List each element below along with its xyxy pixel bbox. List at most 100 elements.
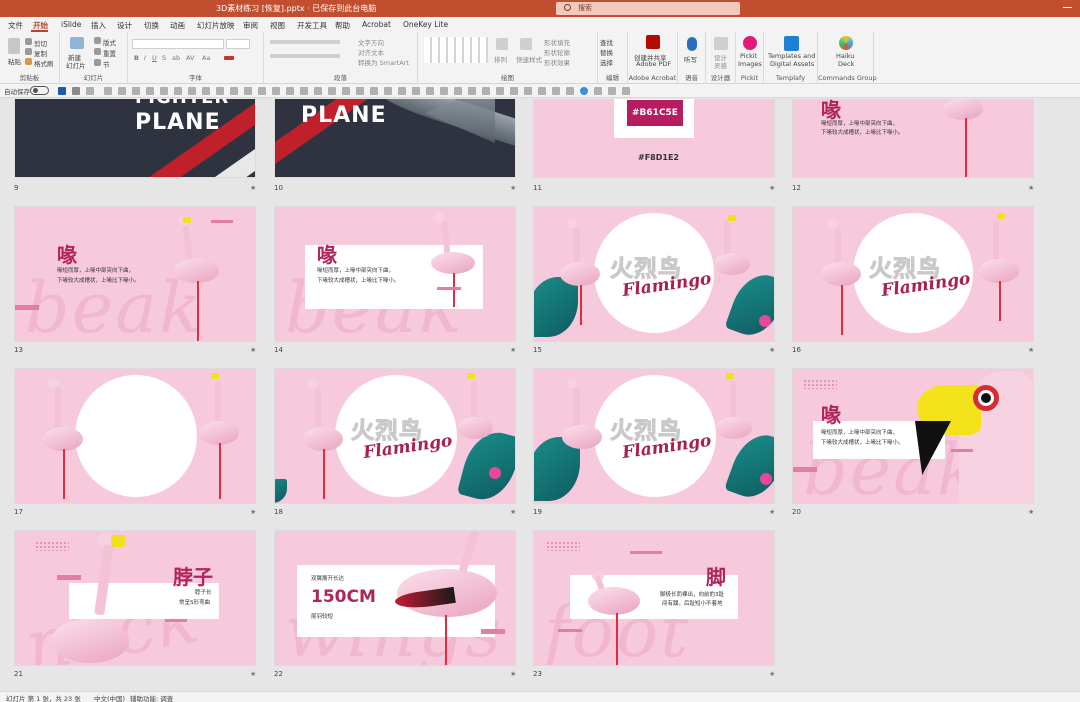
slide-12[interactable]: 喙 喙短而厚，上喙中部突向下曲， 下喙较大成槽状，上喙比下喙小。 [792,99,1034,178]
templafy-label-2[interactable]: Digital Assets [770,60,814,68]
new-slide-icon[interactable] [70,37,84,49]
qat-tool-9-icon[interactable] [216,87,224,95]
section-icon[interactable] [94,59,101,66]
layout-icon[interactable] [94,37,101,44]
templafy-label[interactable]: Templates and [768,52,815,60]
menu-animations[interactable]: 动画 [170,20,185,31]
slide-20[interactable]: beak 喙 喙短而厚，上喙中部突向下曲， 下喙较大成槽状，上喙比下喙小。 [792,368,1034,504]
qat-tool-21-icon[interactable] [384,87,392,95]
paste-icon[interactable] [8,38,20,54]
qat-tool-36-icon[interactable] [594,87,602,95]
shape-effects-button[interactable]: 形状效果 [544,57,570,67]
menu-view[interactable]: 视图 [270,20,285,31]
new-slide-label-2[interactable]: 幻灯片 [66,60,86,70]
qat-tool-28-icon[interactable] [482,87,490,95]
haiku-label-2[interactable]: Deck [838,60,854,68]
qat-tool-18-icon[interactable] [342,87,350,95]
slide-sorter[interactable]: FIGHTER PLANE 9 ★ PLANE 10 ★ #B61C5E #F8… [0,99,1080,691]
quick-styles-icon[interactable] [520,38,532,50]
qat-tool-13-icon[interactable] [272,87,280,95]
copy-icon[interactable] [25,48,32,55]
format-painter-label[interactable]: 格式刷 [34,58,54,68]
slide-22[interactable]: wings 双翼展开长达 150CM 尾羽较短 [274,530,516,666]
qat-tool-19-icon[interactable] [356,87,364,95]
menu-onekey[interactable]: OneKey Lite [403,20,448,29]
qat-tool-1-icon[interactable] [104,87,112,95]
shapes-gallery[interactable] [424,37,488,63]
menu-file[interactable]: 文件 [8,20,23,31]
menu-review[interactable]: 审阅 [243,20,258,31]
qat-tool-2-icon[interactable] [118,87,126,95]
alignment-buttons[interactable] [270,54,340,58]
quick-styles-label[interactable]: 快速样式 [516,54,542,64]
slide-14[interactable]: beak 喙 喙短而厚，上喙中部突向下曲， 下喙较大成槽状，上喙比下喙小。 [274,206,516,342]
slide-17[interactable] [14,368,256,504]
slide-13[interactable]: beak 喙 喙短而厚，上喙中部突向下曲， 下喙较大成槽状，上喙比下喙小。 [14,206,256,342]
smartart-button[interactable]: 转换为 SmartArt [358,57,409,67]
copy-label[interactable]: 复制 [34,48,47,58]
qat-tool-38-icon[interactable] [622,87,630,95]
font-color-icon[interactable] [224,56,234,60]
layout-label[interactable]: 版式 [103,37,116,47]
qat-tool-20-icon[interactable] [370,87,378,95]
shape-fill-button[interactable]: 形状填充 [544,37,570,47]
qat-tool-12-icon[interactable] [258,87,266,95]
qat-tool-26-icon[interactable] [454,87,462,95]
underline-icon[interactable]: U [152,54,157,62]
qat-tool-33-icon[interactable] [552,87,560,95]
menu-developer[interactable]: 开发工具 [297,20,327,31]
accessibility-status[interactable]: 辅助功能: 调查 [130,693,173,702]
find-button[interactable]: 查找 [600,37,613,47]
reset-icon[interactable] [94,48,101,55]
paste-label[interactable]: 粘贴 [8,56,21,66]
qat-tool-31-icon[interactable] [524,87,532,95]
autosave-toggle[interactable] [30,86,49,95]
qat-tool-29-icon[interactable] [496,87,504,95]
design-ideas-label-2[interactable]: 灵感 [714,60,727,70]
reset-label[interactable]: 重置 [103,48,116,58]
font-name-combobox[interactable] [132,39,224,49]
pickit-label-2[interactable]: Images [738,60,762,68]
qat-tool-23-icon[interactable] [412,87,420,95]
qat-tool-14-icon[interactable] [286,87,294,95]
search-box[interactable]: 搜索 [556,2,740,15]
italic-icon[interactable]: I [144,54,146,62]
qat-tool-3-icon[interactable] [132,87,140,95]
align-text-button[interactable]: 对齐文本 [358,47,384,57]
undo-icon[interactable] [72,87,80,95]
redo-icon[interactable] [86,87,94,95]
select-button[interactable]: 选择 [600,57,613,67]
qat-tool-25-icon[interactable] [440,87,448,95]
slide-9[interactable]: FIGHTER PLANE [14,99,256,178]
pickit-icon[interactable] [743,36,757,50]
change-case-icon[interactable]: Aa [202,54,210,62]
create-share-label-2[interactable]: Adobe PDF [636,60,671,68]
design-ideas-icon[interactable] [714,37,728,50]
qat-tool-27-icon[interactable] [468,87,476,95]
qat-tool-4-icon[interactable] [146,87,154,95]
microphone-icon[interactable] [687,37,697,51]
templafy-icon[interactable] [784,36,799,51]
slide-21[interactable]: neck 脖子 脖子长 常呈S形弯曲 [14,530,256,666]
shape-outline-button[interactable]: 形状轮廓 [544,47,570,57]
slide-23[interactable]: foot 脚 脚极长而裸出，向前的3趾 间有蹼，后趾短小不着地 [533,530,775,666]
adobe-pdf-icon[interactable] [646,35,660,49]
qat-tool-16-icon[interactable] [314,87,322,95]
text-direction-button[interactable]: 文字方向 [358,37,384,47]
section-label[interactable]: 节 [103,59,110,69]
qat-tool-37-icon[interactable] [608,87,616,95]
slide-16[interactable]: 火烈鸟 Flamingo [792,206,1034,342]
slide-10[interactable]: PLANE [274,99,516,178]
menu-transitions[interactable]: 切换 [144,20,159,31]
arrange-icon[interactable] [496,38,508,50]
qat-tool-17-icon[interactable] [328,87,336,95]
qat-tool-7-icon[interactable] [188,87,196,95]
qat-tool-5-icon[interactable] [160,87,168,95]
qat-tool-10-icon[interactable] [230,87,238,95]
cut-label[interactable]: 剪切 [34,38,47,48]
haiku-deck-icon[interactable] [839,36,853,50]
list-buttons[interactable] [270,40,340,44]
qat-tool-6-icon[interactable] [174,87,182,95]
qat-tool-32-icon[interactable] [538,87,546,95]
slide-11[interactable]: #B61C5E #F8D1E2 [533,99,775,178]
